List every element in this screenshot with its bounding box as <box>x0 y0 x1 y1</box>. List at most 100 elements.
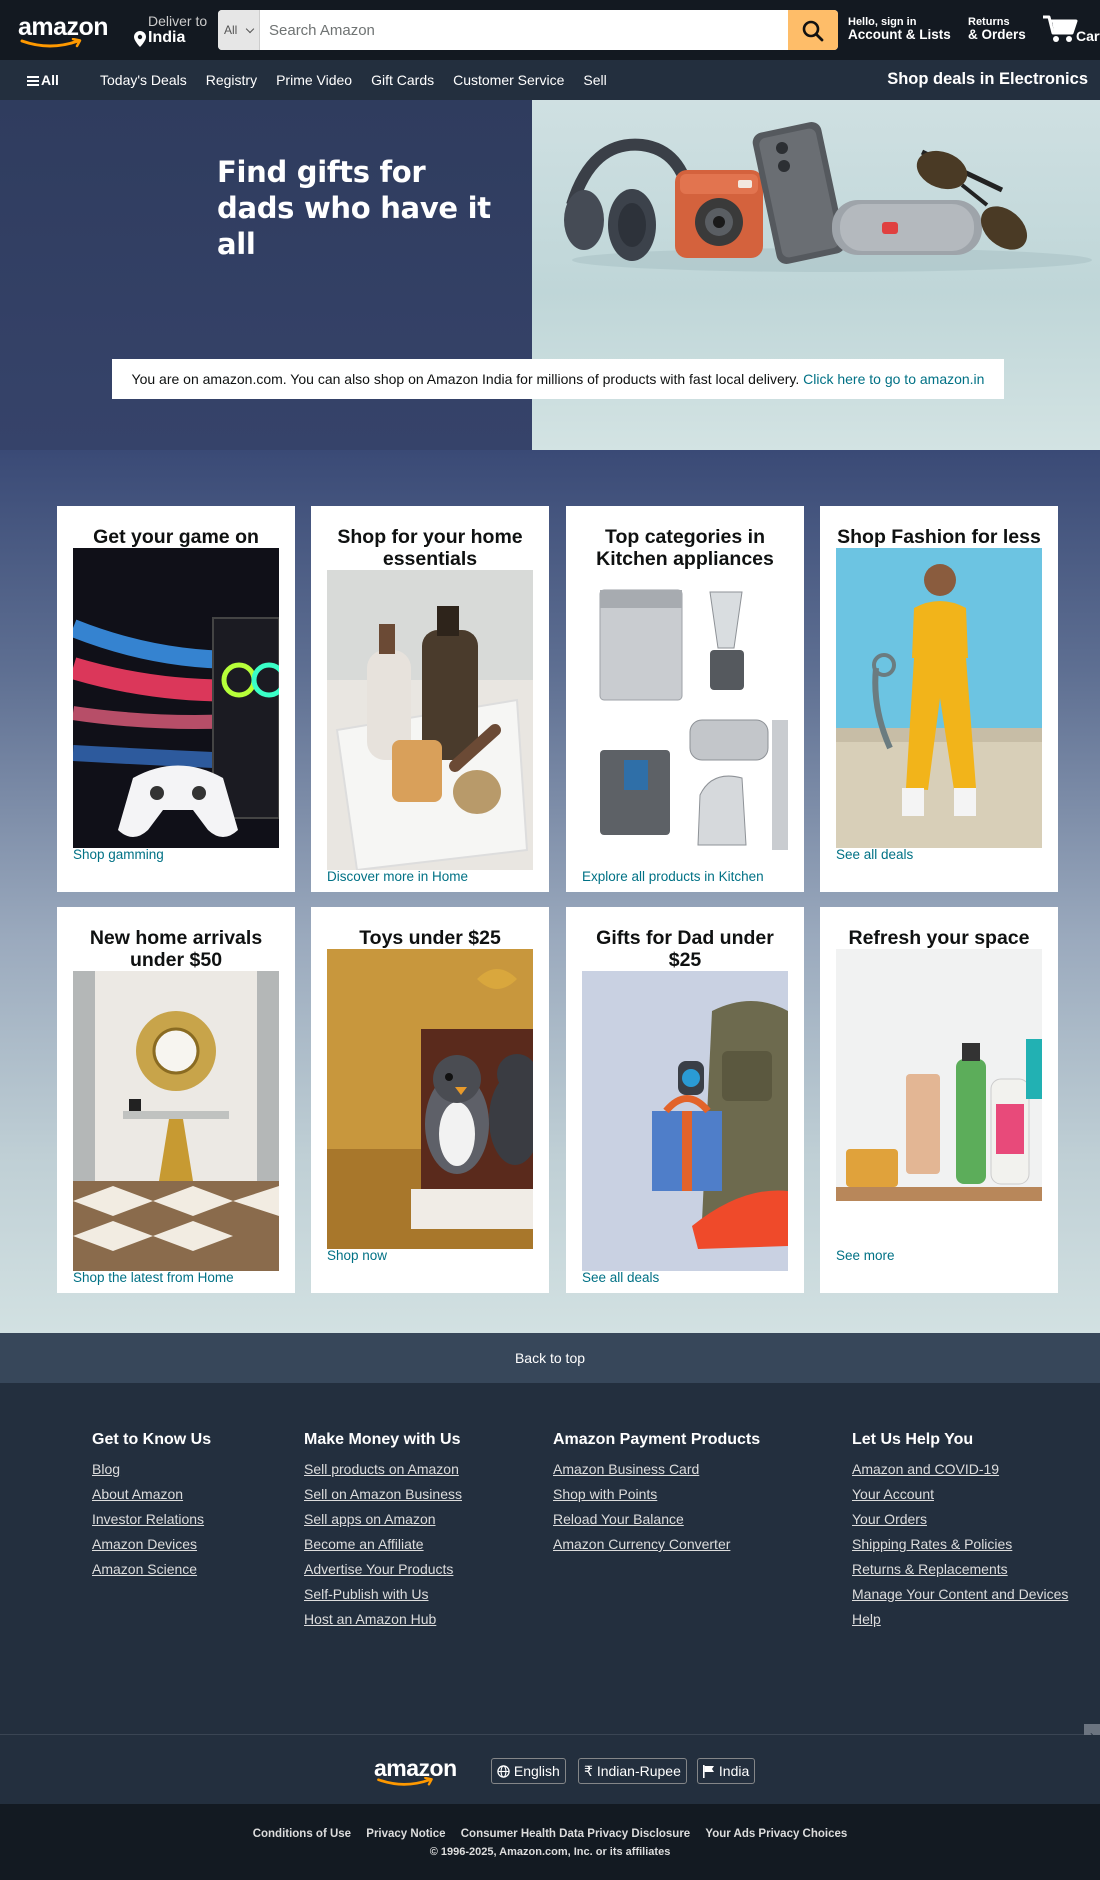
search-button[interactable] <box>788 10 838 50</box>
footer-link[interactable]: Shipping Rates & Policies <box>852 1532 1068 1557</box>
card-image-home-arrivals[interactable] <box>73 971 279 1271</box>
speaker-icon <box>832 200 982 255</box>
country-label: India <box>718 1763 750 1779</box>
amazon-india-link[interactable]: Click here to go to amazon.in <box>803 371 984 387</box>
plush-toys-image <box>327 949 533 1249</box>
footer-link[interactable]: Reload Your Balance <box>553 1507 760 1532</box>
rupee-icon: ₹ <box>584 1763 593 1779</box>
account-label: Account & Lists <box>848 27 951 42</box>
card-image-fashion[interactable] <box>836 548 1042 848</box>
footer-link[interactable]: Advertise Your Products <box>304 1557 462 1582</box>
electronics-deals-link[interactable]: Shop deals in Electronics <box>887 70 1088 89</box>
search-input[interactable] <box>260 10 788 50</box>
card-toys: Toys under $25 Shop now <box>311 907 549 1293</box>
card-title: Refresh your space <box>848 927 1030 949</box>
headphones-icon <box>564 138 696 261</box>
card-image-toys[interactable] <box>327 949 533 1249</box>
card-refresh-space: Refresh your space See more <box>820 907 1058 1293</box>
footer-link[interactable]: Manage Your Content and Devices <box>852 1582 1068 1607</box>
footer-link[interactable]: Sell products on Amazon <box>304 1457 462 1482</box>
hero-title-line-2: dads who have it all <box>217 191 491 261</box>
card-link-fashion-deals[interactable]: See all deals <box>836 847 913 862</box>
copyright: © 1996-2025, Amazon.com, Inc. or its aff… <box>429 1846 671 1858</box>
card-link-shop-toys[interactable]: Shop now <box>327 1248 387 1263</box>
card-image-refresh-space[interactable] <box>836 949 1042 1249</box>
footer-link[interactable]: Amazon and COVID-19 <box>852 1457 1068 1482</box>
card-image-gifts-dad[interactable] <box>582 971 788 1271</box>
card-image-home-essentials[interactable] <box>327 570 533 870</box>
card-title: Shop Fashion for less <box>837 526 1041 548</box>
currency-selector[interactable]: ₹ Indian-Rupee <box>578 1758 687 1784</box>
footer-link[interactable]: Amazon Devices <box>92 1532 211 1557</box>
legal-link-conditions[interactable]: Conditions of Use <box>253 1828 351 1840</box>
nav-link-customer-service[interactable]: Customer Service <box>453 72 564 88</box>
footer-link[interactable]: Help <box>852 1607 1068 1632</box>
card-image-gaming[interactable] <box>73 548 279 848</box>
amazon-india-banner: You are on amazon.com. You can also shop… <box>112 359 1004 399</box>
footer-link[interactable]: Sell on Amazon Business <box>304 1482 462 1507</box>
footer-link[interactable]: Returns & Replacements <box>852 1557 1068 1582</box>
deliver-to[interactable]: Deliver to India <box>132 12 212 52</box>
card-link-dad-deals[interactable]: See all deals <box>582 1270 659 1285</box>
flag-icon <box>703 1765 714 1778</box>
card-gifts-dad: Gifts for Dad under $25 See all deals <box>566 907 804 1293</box>
legal-link-ads-privacy[interactable]: Your Ads Privacy Choices <box>705 1828 847 1840</box>
legal-link-health-data[interactable]: Consumer Health Data Privacy Disclosure <box>461 1828 690 1840</box>
card-home-arrivals: New home arrivals under $50 Shop the lat… <box>57 907 295 1293</box>
nav-link-registry[interactable]: Registry <box>206 72 257 88</box>
hero-title: Find gifts for dads who have it all <box>217 154 532 262</box>
card-link-discover-home[interactable]: Discover more in Home <box>327 869 468 884</box>
footer-amazon-logo[interactable]: amazon <box>374 1755 464 1787</box>
footer-legal: Conditions of Use Privacy Notice Consume… <box>0 1804 1100 1880</box>
footer-link[interactable]: Your Orders <box>852 1507 1068 1532</box>
nav-link-gift-cards[interactable]: Gift Cards <box>371 72 434 88</box>
account-lists[interactable]: Hello, sign in Account & Lists <box>848 16 951 42</box>
card-link-latest-home[interactable]: Shop the latest from Home <box>73 1270 234 1285</box>
card-link-explore-kitchen[interactable]: Explore all products in Kitchen <box>582 869 764 884</box>
footer-links: Get to Know Us Blog About Amazon Investo… <box>0 1383 1100 1734</box>
card-home-essentials: Shop for your home essentials Discover m… <box>311 506 549 892</box>
footer-link[interactable]: Host an Amazon Hub <box>304 1607 462 1632</box>
card-link-see-more[interactable]: See more <box>836 1248 895 1263</box>
orders-label: & Orders <box>968 27 1026 42</box>
smartphone-icon <box>752 122 846 264</box>
nav-link-prime-video[interactable]: Prime Video <box>276 72 352 88</box>
footer-link[interactable]: Become an Affiliate <box>304 1532 462 1557</box>
footer-link[interactable]: Shop with Points <box>553 1482 760 1507</box>
footer-link[interactable]: Your Account <box>852 1482 1068 1507</box>
footer-link[interactable]: Sell apps on Amazon <box>304 1507 462 1532</box>
language-selector[interactable]: English <box>491 1758 566 1784</box>
nav-link-sell[interactable]: Sell <box>583 72 606 88</box>
footer-link[interactable]: Blog <box>92 1457 211 1482</box>
footer-link[interactable]: Amazon Business Card <box>553 1457 760 1482</box>
back-to-top-button[interactable]: Back to top <box>0 1333 1100 1383</box>
language-label: English <box>513 1763 560 1779</box>
hero-carousel[interactable]: Find gifts for dads who have it all You … <box>0 100 1100 450</box>
beauty-products-image <box>836 949 1042 1249</box>
footer-column-get-to-know-us: Get to Know Us Blog About Amazon Investo… <box>92 1431 211 1582</box>
footer-link[interactable]: Investor Relations <box>92 1507 211 1532</box>
instant-camera-icon <box>675 170 763 258</box>
card-link-shop-gaming[interactable]: Shop gamming <box>73 847 164 862</box>
bathroom-essentials-image <box>327 570 533 870</box>
search-icon <box>802 20 824 42</box>
footer-column-heading: Make Money with Us <box>304 1431 461 1448</box>
globe-icon <box>497 1765 510 1778</box>
amazon-logo[interactable]: amazon <box>18 14 112 52</box>
footer-link[interactable]: About Amazon <box>92 1482 211 1507</box>
card-image-kitchen[interactable] <box>582 570 788 870</box>
legal-link-privacy[interactable]: Privacy Notice <box>366 1828 445 1840</box>
gifts-for-dad-image <box>582 971 788 1271</box>
search-category-select[interactable]: All <box>218 10 260 50</box>
footer-link[interactable]: Amazon Currency Converter <box>553 1532 760 1557</box>
footer-link[interactable]: Self-Publish with Us <box>304 1582 462 1607</box>
footer-locale-bar: amazon English ₹ Indian-Rupee India <box>0 1735 1100 1804</box>
cart-button[interactable]: Cart <box>1040 12 1100 52</box>
nav-link-todays-deals[interactable]: Today's Deals <box>100 72 187 88</box>
returns-orders[interactable]: Returns & Orders <box>968 16 1026 42</box>
all-menu-button[interactable]: All <box>27 72 59 88</box>
country-selector[interactable]: India <box>697 1758 756 1784</box>
footer-column-make-money: Make Money with Us Sell products on Amaz… <box>304 1431 462 1632</box>
footer-column-payment-products: Amazon Payment Products Amazon Business … <box>553 1431 760 1557</box>
footer-link[interactable]: Amazon Science <box>92 1557 211 1582</box>
